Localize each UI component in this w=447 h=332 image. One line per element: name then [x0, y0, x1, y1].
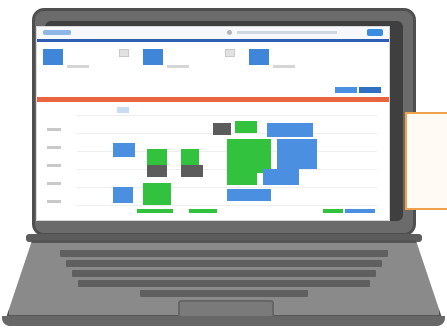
- row-label: [47, 164, 61, 167]
- schedule-block: [227, 139, 271, 173]
- summary-card: [43, 49, 63, 65]
- app-header: [37, 27, 389, 39]
- column-marker: [117, 107, 129, 113]
- accent-bar: [37, 39, 389, 42]
- user-icon: [227, 30, 232, 35]
- toolbar-control: [335, 87, 357, 93]
- schedule-block: [189, 209, 217, 213]
- schedule-block: [143, 183, 171, 205]
- row-label: [47, 182, 61, 185]
- schedule-block: [147, 165, 167, 177]
- schedule-block: [227, 169, 257, 185]
- toolbar-control: [359, 87, 381, 93]
- schedule-grid: [77, 107, 377, 213]
- laptop-base-edge: [2, 316, 445, 326]
- summary-card: [143, 49, 163, 65]
- key-row: [78, 280, 370, 287]
- schedule-block: [263, 169, 299, 185]
- schedule-block: [181, 165, 203, 177]
- status-sticker: [405, 112, 447, 210]
- header-button: [367, 29, 383, 36]
- summary-card: [249, 49, 269, 65]
- key-row: [72, 270, 376, 277]
- schedule-block: [277, 139, 317, 169]
- schedule-block: [113, 143, 135, 157]
- key-row: [60, 250, 388, 257]
- app-logo: [43, 30, 71, 35]
- key-row: [66, 260, 382, 267]
- summary-card-label: [167, 65, 189, 68]
- schedule-block: [113, 187, 133, 203]
- laptop-screen: [36, 26, 390, 221]
- schedule-block: [323, 209, 343, 213]
- row-label: [47, 200, 61, 203]
- schedule-block: [213, 123, 231, 135]
- summary-card-badge: [225, 49, 235, 57]
- schedule-block: [345, 209, 375, 213]
- schedule-block: [267, 123, 313, 137]
- summary-card-badge: [119, 49, 129, 57]
- spacebar: [140, 290, 308, 297]
- header-text: [237, 31, 337, 34]
- laptop-illustration: [0, 0, 447, 332]
- summary-card-label: [67, 65, 89, 68]
- schedule-block: [137, 209, 173, 213]
- schedule-block: [227, 189, 271, 201]
- schedule-block: [235, 121, 257, 133]
- summary-card-label: [273, 65, 295, 68]
- alert-bar: [37, 97, 389, 102]
- row-label: [47, 128, 61, 131]
- row-label: [47, 146, 61, 149]
- keyboard: [60, 250, 388, 298]
